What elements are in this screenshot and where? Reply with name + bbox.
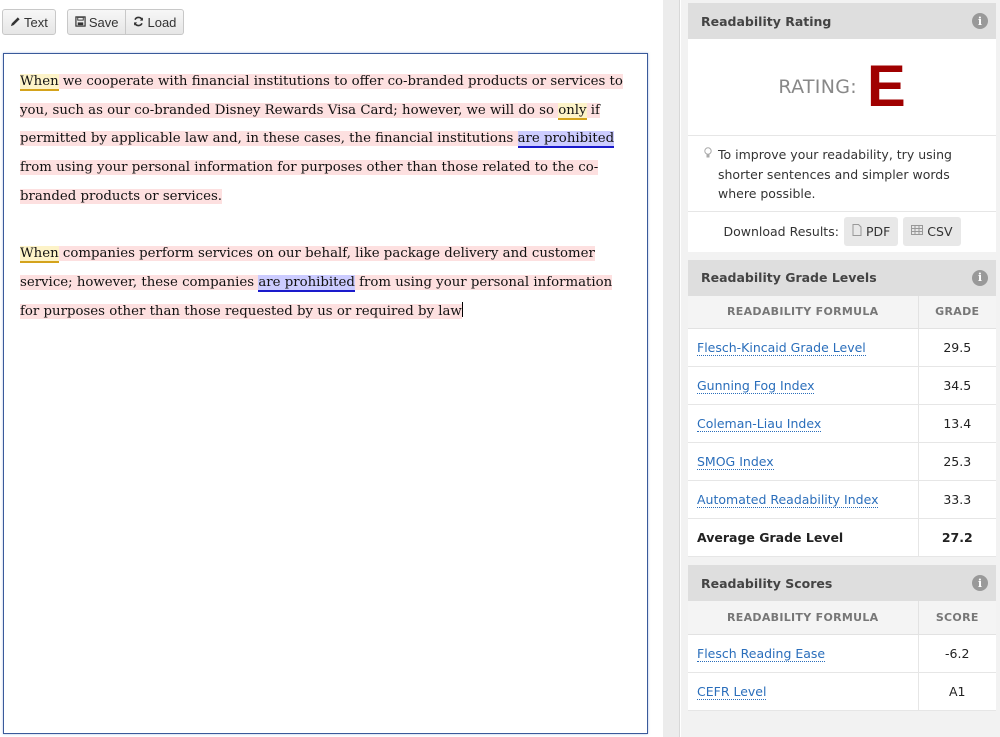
text-editor[interactable]: When we cooperate with financial institu…	[3, 53, 648, 734]
download-csv-button[interactable]: CSV	[903, 217, 961, 246]
formula-cell: CEFR Level	[688, 672, 919, 711]
text-button-label: Text	[24, 14, 48, 30]
formula-cell: Automated Readability Index	[688, 480, 919, 519]
average-row: Average Grade Level 27.2	[688, 518, 996, 557]
rating-display: RATING: E	[688, 39, 996, 136]
table-icon	[911, 225, 924, 238]
value-cell: A1	[918, 672, 996, 711]
file-button-group: Save Load	[66, 9, 185, 35]
info-icon[interactable]: i	[972, 13, 988, 29]
formula-cell: Flesch-Kincaid Grade Level	[688, 328, 919, 367]
panel-title: Readability Rating	[701, 13, 832, 29]
csv-label: CSV	[927, 224, 953, 239]
load-button[interactable]: Load	[126, 9, 185, 35]
formula-link[interactable]: Flesch-Kincaid Grade Level	[697, 340, 866, 356]
download-label: Download Results:	[723, 224, 839, 239]
download-pdf-button[interactable]: PDF	[843, 217, 899, 246]
long-sentence-highlight: we cooperate with financial institutions…	[20, 74, 623, 118]
rating-grade: E	[866, 54, 906, 119]
text-caret	[461, 301, 463, 317]
readability-rating-panel: Readability Rating i RATING: E To improv…	[688, 3, 996, 252]
rating-label: RATING:	[778, 76, 857, 98]
info-icon[interactable]: i	[972, 575, 988, 591]
info-icon[interactable]: i	[972, 269, 988, 286]
table-row: Flesch Reading Ease -6.2	[688, 634, 996, 673]
results-sidebar: Readability Rating i RATING: E To improv…	[681, 0, 1000, 737]
floppy-disk-icon	[75, 15, 86, 30]
value-cell: 13.4	[918, 404, 996, 443]
adverb-highlight: When	[20, 74, 59, 91]
value-cell: 33.3	[918, 480, 996, 519]
lightbulb-icon	[704, 146, 712, 204]
column-header-formula: READABILITY FORMULA	[688, 601, 919, 635]
formula-link[interactable]: Flesch Reading Ease	[697, 645, 826, 662]
readability-scores-panel: Readability Scores i READABILITY FORMULA…	[688, 565, 996, 711]
table-row: CEFR Level A1	[688, 672, 996, 711]
refresh-icon	[133, 15, 144, 30]
average-value: 27.2	[918, 518, 996, 557]
column-header-score: SCORE	[918, 601, 996, 635]
panel-title: Readability Grade Levels	[701, 270, 877, 285]
value-cell: 25.3	[918, 442, 996, 481]
formula-link[interactable]: Gunning Fog Index	[697, 378, 815, 394]
formula-link[interactable]: Coleman-Liau Index	[697, 416, 822, 432]
editor-paragraph: When companies perform services on our b…	[20, 240, 631, 326]
formula-cell: SMOG Index	[688, 442, 919, 481]
formula-cell: Gunning Fog Index	[688, 366, 919, 405]
pdf-label: PDF	[865, 224, 891, 239]
panel-header: Readability Rating i	[688, 3, 996, 39]
value-cell: 29.5	[918, 328, 996, 367]
panel-header: Readability Scores i	[688, 565, 996, 601]
formula-link[interactable]: Automated Readability Index	[697, 492, 879, 508]
table-row: Automated Readability Index 33.3	[688, 480, 996, 519]
save-button-label: Save	[88, 14, 119, 30]
table-row: Coleman-Liau Index 13.4	[688, 404, 996, 443]
column-header-grade: GRADE	[918, 295, 996, 329]
long-sentence-highlight: from using your personal information for…	[20, 160, 599, 204]
pdf-file-icon	[852, 224, 862, 239]
adverb-highlight: When	[20, 246, 59, 264]
panel-header: Readability Grade Levels i	[688, 259, 996, 296]
pencil-icon	[10, 15, 21, 30]
tip-text: To improve your readability, try using s…	[718, 147, 952, 201]
save-button[interactable]: Save	[66, 9, 127, 35]
panel-title: Readability Scores	[701, 575, 833, 591]
formula-link[interactable]: CEFR Level	[697, 683, 767, 700]
column-header-formula: READABILITY FORMULA	[688, 295, 919, 329]
scores-table: READABILITY FORMULA SCORE Flesch Reading…	[688, 601, 996, 711]
load-button-label: Load	[147, 14, 177, 30]
readability-tip: To improve your readability, try using s…	[688, 136, 996, 212]
readability-grade-levels-panel: Readability Grade Levels i READABILITY F…	[688, 259, 996, 557]
passive-voice-highlight: are prohibited	[258, 274, 355, 292]
text-button[interactable]: Text	[2, 9, 56, 35]
formula-cell: Flesch Reading Ease	[688, 634, 919, 673]
editor-paragraph: When we cooperate with financial institu…	[20, 68, 631, 212]
formula-cell: Coleman-Liau Index	[688, 404, 919, 443]
grade-levels-table: READABILITY FORMULA GRADE Flesch-Kincaid…	[688, 295, 996, 557]
value-cell: 34.5	[918, 366, 996, 405]
value-cell: -6.2	[918, 634, 996, 673]
average-label: Average Grade Level	[688, 518, 919, 557]
table-row: Gunning Fog Index 34.5	[688, 366, 996, 405]
formula-link[interactable]: SMOG Index	[697, 454, 774, 470]
table-row: SMOG Index 25.3	[688, 442, 996, 481]
adverb-highlight: only	[558, 102, 587, 120]
table-row: Flesch-Kincaid Grade Level 29.5	[688, 328, 996, 367]
editor-toolbar: Text Save Load	[2, 9, 185, 35]
panel-divider[interactable]	[663, 0, 680, 737]
passive-voice-highlight: are prohibited	[517, 131, 615, 149]
download-results: Download Results: PDF CSV	[688, 212, 996, 252]
